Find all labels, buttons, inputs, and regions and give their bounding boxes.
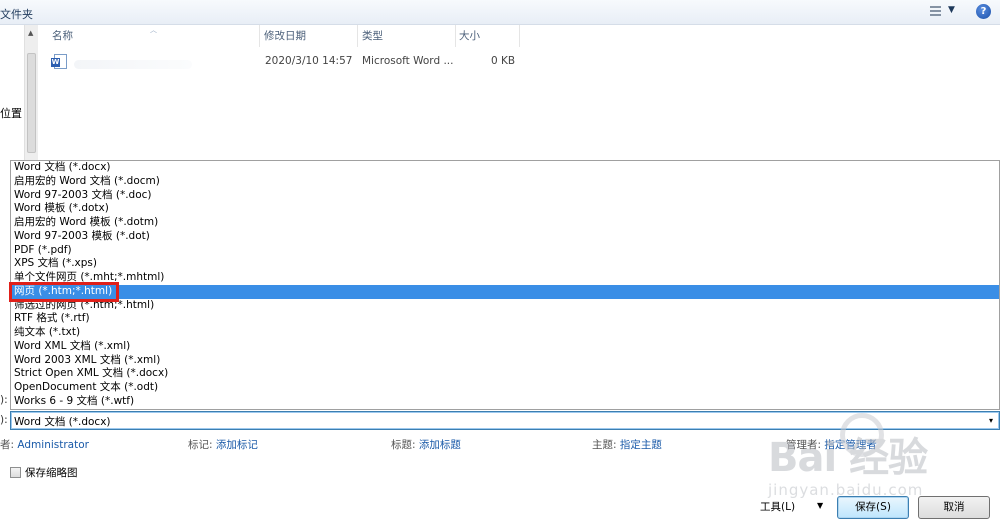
save-type-dropdown-list: Word 文档 (*.docx) 启用宏的 Word 文档 (*.docm) W… xyxy=(10,160,1000,410)
new-folder-button[interactable]: 文件夹 xyxy=(0,6,33,22)
save-button[interactable]: 保存(S) xyxy=(837,496,909,519)
save-type-option[interactable]: Word 2003 XML 文档 (*.xml) xyxy=(11,354,999,368)
save-type-option[interactable]: Word 97-2003 模板 (*.dot) xyxy=(11,230,999,244)
scrollbar-thumb[interactable] xyxy=(27,53,36,153)
meta-title: 标题: 添加标题 xyxy=(391,437,461,452)
file-type: Microsoft Word ... xyxy=(362,55,454,67)
save-type-label: ): xyxy=(0,414,8,426)
meta-title-key: 标题: xyxy=(391,439,416,451)
tools-button[interactable]: 工具(L) xyxy=(760,499,795,514)
save-type-option[interactable]: 单个文件网页 (*.mht;*.mhtml) xyxy=(11,271,999,285)
column-header-size[interactable]: 大小 xyxy=(445,25,520,47)
add-manager-link[interactable]: 指定管理者 xyxy=(824,439,877,451)
cancel-button[interactable]: 取消 xyxy=(918,496,990,519)
save-thumbnail-checkbox[interactable] xyxy=(10,467,21,478)
save-type-option[interactable]: 纯文本 (*.txt) xyxy=(11,326,999,340)
chevron-down-icon[interactable]: ▾ xyxy=(985,414,997,427)
meta-author-key: 者: xyxy=(0,439,15,451)
save-type-option[interactable]: 启用宏的 Word 文档 (*.docm) xyxy=(11,175,999,189)
save-type-option[interactable]: XPS 文档 (*.xps) xyxy=(11,257,999,271)
save-type-option[interactable]: 启用宏的 Word 模板 (*.dotm) xyxy=(11,216,999,230)
save-type-option[interactable]: Word 97-2003 文档 (*.doc) xyxy=(11,189,999,203)
view-list-icon xyxy=(930,6,941,17)
save-type-option[interactable]: Word 模板 (*.dotx) xyxy=(11,202,999,216)
save-type-option[interactable]: PDF (*.pdf) xyxy=(11,244,999,258)
save-type-option[interactable]: Strict Open XML 文档 (*.docx) xyxy=(11,367,999,381)
save-type-option[interactable]: Word 文档 (*.docx) xyxy=(11,161,999,175)
add-subject-link[interactable]: 指定主题 xyxy=(620,439,662,451)
chevron-down-icon[interactable]: ▼ xyxy=(817,501,823,510)
help-icon[interactable]: ? xyxy=(976,4,991,19)
column-header-type[interactable]: 类型 xyxy=(348,25,456,47)
save-type-option[interactable]: Word XML 文档 (*.xml) xyxy=(11,340,999,354)
meta-author-value[interactable]: Administrator xyxy=(17,439,89,451)
add-tags-link[interactable]: 添加标记 xyxy=(216,439,258,451)
meta-tags: 标记: 添加标记 xyxy=(188,437,258,452)
word-document-icon: W xyxy=(51,54,67,69)
view-options-button[interactable]: ▼ xyxy=(928,4,962,20)
meta-subject: 主题: 指定主题 xyxy=(592,437,662,452)
meta-subject-key: 主题: xyxy=(592,439,617,451)
column-header-name[interactable]: 名称 xyxy=(38,25,260,47)
save-type-option[interactable]: Works 6 - 9 文档 (*.wtf) xyxy=(11,395,999,409)
file-modified-date: 2020/3/10 14:57 xyxy=(265,55,353,67)
add-title-link[interactable]: 添加标题 xyxy=(419,439,461,451)
save-type-value: Word 文档 (*.docx) xyxy=(14,416,111,428)
column-header-modified[interactable]: 修改日期 xyxy=(250,25,358,47)
file-name-redacted[interactable] xyxy=(74,60,192,69)
scroll-up-icon[interactable]: ▲ xyxy=(28,29,33,37)
top-toolbar: 文件夹 ▼ ? xyxy=(0,0,1000,25)
save-type-option[interactable]: 筛选过的网页 (*.htm;*.html) xyxy=(11,299,999,313)
nav-item-location[interactable]: 位置 xyxy=(0,105,22,121)
watermark-logo-text: Bai 经验 xyxy=(768,435,928,481)
save-type-select[interactable]: Word 文档 (*.docx) ▾ xyxy=(10,411,1000,430)
meta-author: 者: Administrator xyxy=(0,437,89,452)
meta-manager: 管理者: 指定管理者 xyxy=(786,437,877,452)
navigation-scrollbar[interactable]: ▲ xyxy=(24,25,38,160)
meta-tags-key: 标记: xyxy=(188,439,213,451)
file-size: 0 KB xyxy=(491,55,516,67)
save-type-option-selected[interactable]: 网页 (*.htm;*.html) xyxy=(11,284,999,299)
file-name-label: ): xyxy=(0,394,8,406)
chevron-down-icon: ▼ xyxy=(948,5,955,15)
save-type-option[interactable]: RTF 格式 (*.rtf) xyxy=(11,312,999,326)
save-thumbnail-label: 保存缩略图 xyxy=(25,467,78,479)
meta-manager-key: 管理者: xyxy=(786,439,822,451)
save-type-option[interactable]: OpenDocument 文本 (*.odt) xyxy=(11,381,999,395)
